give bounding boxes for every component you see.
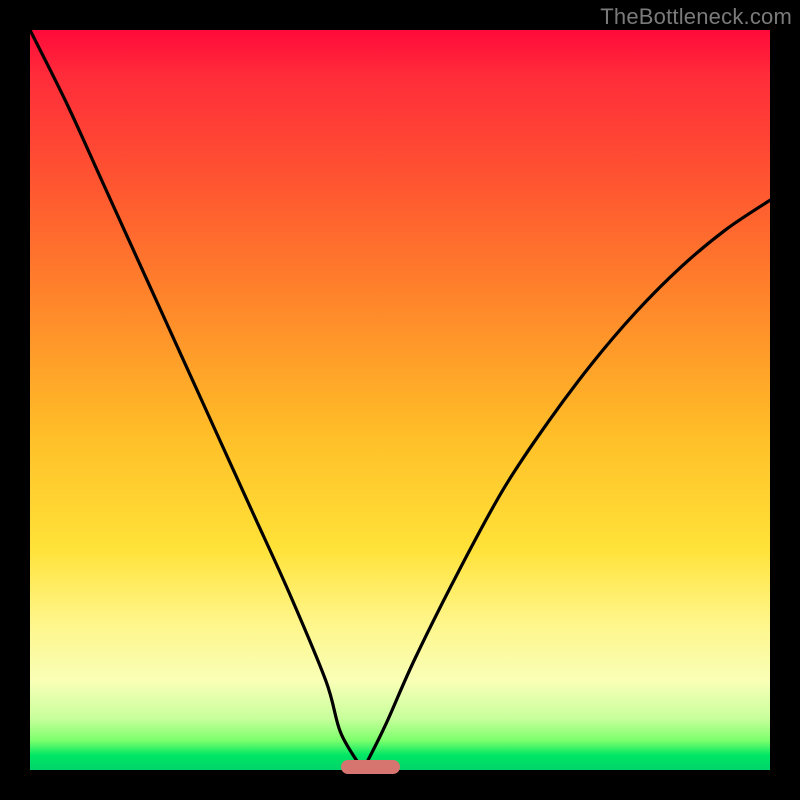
chart-plot-area xyxy=(30,30,770,770)
curve-left-branch xyxy=(30,30,363,770)
watermark-text: TheBottleneck.com xyxy=(600,4,792,30)
bottleneck-curve xyxy=(30,30,770,770)
curve-right-branch xyxy=(363,200,770,770)
chart-frame: TheBottleneck.com xyxy=(0,0,800,800)
bottleneck-marker xyxy=(341,760,400,774)
